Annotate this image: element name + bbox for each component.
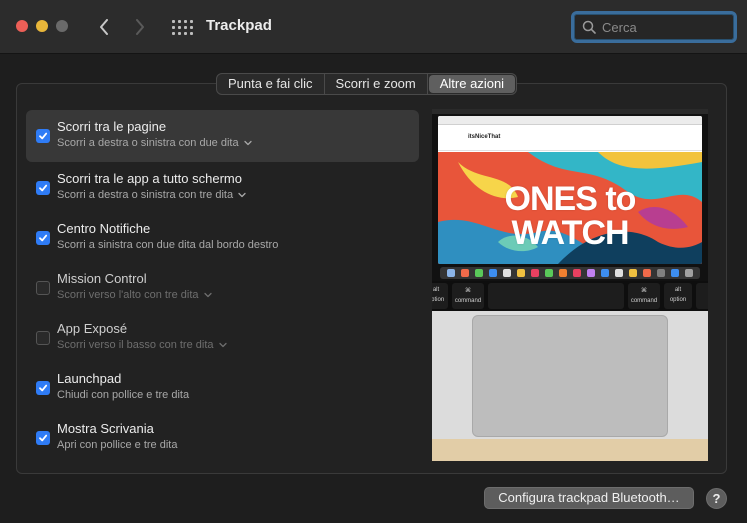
gesture-subtitle: Scorri a destra o sinistra con due dita — [57, 137, 239, 149]
gesture-title: Launchpad — [57, 371, 122, 386]
preview-menubar — [432, 109, 708, 114]
gesture-subtitle: Apri con pollice e tre dita — [57, 439, 178, 451]
gesture-subtitle: Scorri verso l'alto con tre dita — [57, 289, 199, 301]
gesture-list: Scorri tra le pagine Scorri a destra o si… — [26, 110, 419, 462]
gesture-title: App Exposé — [57, 321, 128, 336]
gesture-description: Scorri a sinistra con due dita dal bordo… — [57, 237, 419, 253]
search-icon — [582, 20, 596, 34]
preview-key-command-left: ⌘ command — [452, 283, 484, 309]
preview-dock — [440, 267, 700, 279]
back-chevron-icon — [100, 19, 108, 35]
tab-bar: Punta e fai clic Scorri e zoom Altre azi… — [216, 73, 518, 95]
preview-trackpad — [472, 315, 668, 437]
checkmark-icon — [39, 132, 48, 140]
preview-browser: itsNiceThat ONES to WATCH — [438, 116, 702, 264]
preview-headline-line2: WATCH — [511, 214, 629, 252]
gesture-row[interactable]: Launchpad Chiudi con pollice e tre dita — [26, 362, 419, 412]
minimize-window-button[interactable] — [36, 20, 48, 32]
gesture-row[interactable]: Centro Notifiche Scorri a sinistra con du… — [26, 212, 419, 262]
close-window-button[interactable] — [16, 20, 28, 32]
gesture-title: Centro Notifiche — [57, 221, 151, 236]
gesture-row[interactable]: Scorri tra le app a tutto schermo Scorri … — [26, 162, 419, 212]
help-button[interactable]: ? — [706, 488, 727, 509]
preview-headline: ONES to WATCH — [438, 182, 702, 250]
preview-artwork: ONES to WATCH — [438, 152, 702, 264]
gesture-row[interactable]: Mission Control Scorri verso l'alto con t… — [26, 262, 419, 312]
chevron-down-icon — [203, 292, 212, 298]
gesture-option-popup[interactable]: Scorri a destra o sinistra con due dita — [57, 135, 419, 151]
chevron-down-icon — [238, 192, 246, 198]
gesture-subtitle: Scorri a destra o sinistra con tre dita — [57, 189, 234, 201]
tab-altre-azioni[interactable]: Altre azioni — [428, 75, 516, 93]
preview-key-command-right: ⌘ command — [628, 283, 660, 309]
gesture-subtitle: Chiudi con pollice e tre dita — [57, 389, 190, 401]
gesture-description: Chiudi con pollice e tre dita — [57, 387, 419, 403]
grid-icon[interactable] — [172, 18, 193, 36]
forward-chevron-icon — [136, 19, 144, 35]
gesture-checkbox[interactable] — [36, 431, 50, 445]
gesture-option-popup[interactable]: Scorri a destra o sinistra con tre dita — [57, 187, 419, 203]
chevron-down-icon — [218, 342, 227, 348]
gesture-checkbox[interactable] — [36, 381, 50, 395]
gesture-checkbox[interactable] — [36, 181, 50, 195]
preview-key-option-left: altoption — [432, 283, 448, 309]
preview-key-space — [488, 283, 624, 309]
titlebar: Trackpad — [0, 0, 747, 54]
gesture-subtitle: Scorri a sinistra con due dita dal bordo… — [57, 239, 279, 251]
gesture-preview: itsNiceThat ONES to WATCH alt ption ⌘ co… — [432, 109, 708, 461]
gesture-row[interactable]: Mostra Scrivania Apri con pollice e tre d… — [26, 412, 419, 462]
gesture-checkbox[interactable] — [36, 231, 50, 245]
search-field[interactable] — [571, 11, 737, 43]
gesture-row[interactable]: Scorri tra le pagine Scorri a destra o si… — [26, 110, 419, 162]
preview-desk — [432, 439, 708, 461]
gesture-checkbox[interactable] — [36, 331, 50, 345]
checkmark-icon — [39, 184, 48, 192]
tab-punta-e-fai-clic[interactable]: Punta e fai clic — [217, 74, 325, 94]
preview-laptop-base — [432, 311, 708, 461]
preview-key-arrow — [696, 283, 708, 309]
gesture-title: Mission Control — [57, 271, 147, 286]
preview-headline-line1: ONES to — [504, 180, 637, 218]
gesture-title: Mostra Scrivania — [57, 421, 154, 436]
gesture-option-popup: Scorri verso il basso con tre dita — [57, 337, 419, 353]
configure-bluetooth-trackpad-button[interactable]: Configura trackpad Bluetooth… — [484, 487, 694, 509]
checkmark-icon — [39, 234, 48, 242]
gesture-title: Scorri tra le pagine — [57, 119, 167, 134]
checkmark-icon — [39, 384, 48, 392]
search-input[interactable] — [602, 19, 722, 35]
zoom-window-button[interactable] — [56, 20, 68, 32]
preview-screen: itsNiceThat ONES to WATCH — [432, 109, 708, 281]
preview-keyboard: altoption ⌘command ⌘command altoption — [432, 281, 708, 311]
preview-key-option-right: alt option — [664, 283, 692, 309]
gesture-description: Apri con pollice e tre dita — [57, 437, 419, 453]
back-button[interactable] — [94, 15, 114, 39]
preview-site-logo: itsNiceThat — [468, 134, 501, 140]
chevron-down-icon — [243, 140, 252, 146]
gesture-title: Scorri tra le app a tutto schermo — [57, 171, 242, 186]
checkmark-icon — [39, 434, 48, 442]
gesture-option-popup: Scorri verso l'alto con tre dita — [57, 287, 419, 303]
tab-scorri-e-zoom[interactable]: Scorri e zoom — [325, 74, 428, 94]
gesture-checkbox[interactable] — [36, 129, 50, 143]
window-title: Trackpad — [206, 17, 272, 34]
gesture-checkbox[interactable] — [36, 281, 50, 295]
forward-button[interactable] — [130, 15, 150, 39]
gesture-row[interactable]: App Exposé Scorri verso il basso con tre … — [26, 312, 419, 362]
gesture-subtitle: Scorri verso il basso con tre dita — [57, 339, 214, 351]
